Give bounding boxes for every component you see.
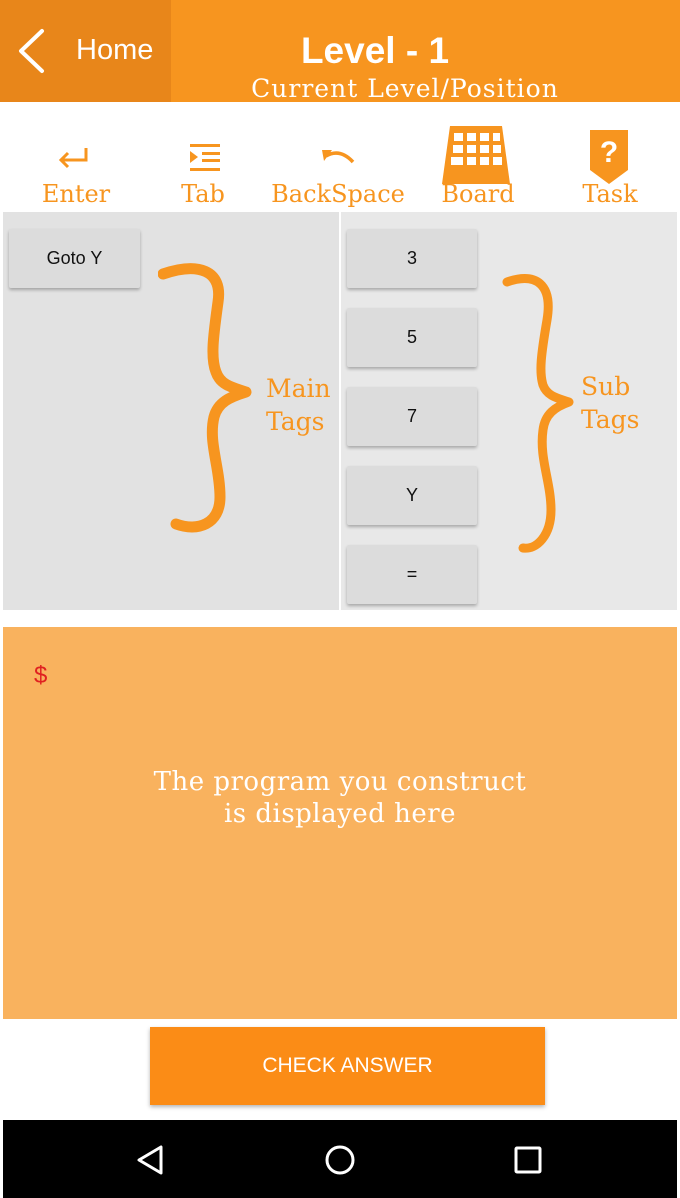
back-triangle-icon[interactable] (135, 1144, 165, 1176)
task-label: Task (582, 180, 638, 208)
program-hint-line1: The program you construct (153, 767, 527, 797)
recents-square-icon[interactable] (513, 1145, 543, 1175)
home-button[interactable]: Home (0, 0, 171, 102)
backspace-label: BackSpace (271, 180, 405, 208)
main-tags-annotation-line1: Main (266, 374, 331, 403)
sub-tags-annotation-line2: Tags (581, 405, 640, 434)
program-prompt: $ (34, 662, 48, 689)
curly-brace-icon (502, 274, 574, 553)
sub-tags-panel: 3 5 7 Y = Sub Tags (341, 212, 677, 610)
enter-button[interactable]: Enter (18, 102, 134, 212)
enter-label: Enter (41, 180, 111, 208)
home-label: Home (76, 34, 154, 66)
program-hint: The program you construct is displayed h… (60, 766, 620, 830)
svg-text:?: ? (600, 136, 618, 169)
task-question-icon: ? (590, 130, 628, 184)
enter-icon (58, 148, 88, 169)
board-label: Board (441, 180, 515, 208)
check-answer-button[interactable]: CHECK ANSWER (150, 1027, 545, 1105)
board-button[interactable]: Board (428, 102, 528, 212)
editor-toolbar: Enter Tab BackSpace Board ? Task (0, 102, 680, 212)
main-tags-annotation-line2: Tags (266, 407, 325, 436)
board-grid-icon (442, 126, 510, 184)
tab-button[interactable]: Tab (150, 102, 256, 212)
system-navigation-bar (3, 1120, 677, 1198)
level-subtitle: Current Level/Position (251, 74, 559, 103)
tab-label: Tab (181, 180, 225, 208)
sub-tag-7-button[interactable]: 7 (347, 387, 477, 446)
main-tag-goto-y-button[interactable]: Goto Y (9, 229, 140, 288)
tab-icon (190, 144, 220, 171)
main-tags-panel: Goto Y Main Tags (3, 212, 339, 610)
curly-brace-icon (158, 263, 252, 533)
task-button[interactable]: ? Task (560, 102, 660, 212)
sub-tag-equals-button[interactable]: = (347, 545, 477, 604)
sub-tags-annotation-line1: Sub (581, 372, 631, 401)
backspace-icon (322, 150, 355, 164)
home-circle-icon[interactable] (324, 1144, 356, 1176)
sub-tag-y-button[interactable]: Y (347, 466, 477, 525)
level-title: Level - 1 (300, 30, 450, 71)
sub-tag-3-button[interactable]: 3 (347, 229, 477, 288)
sub-tag-5-button[interactable]: 5 (347, 308, 477, 367)
backspace-button[interactable]: BackSpace (260, 102, 416, 212)
chevron-left-icon (19, 29, 44, 73)
program-hint-line2: is displayed here (223, 799, 457, 829)
